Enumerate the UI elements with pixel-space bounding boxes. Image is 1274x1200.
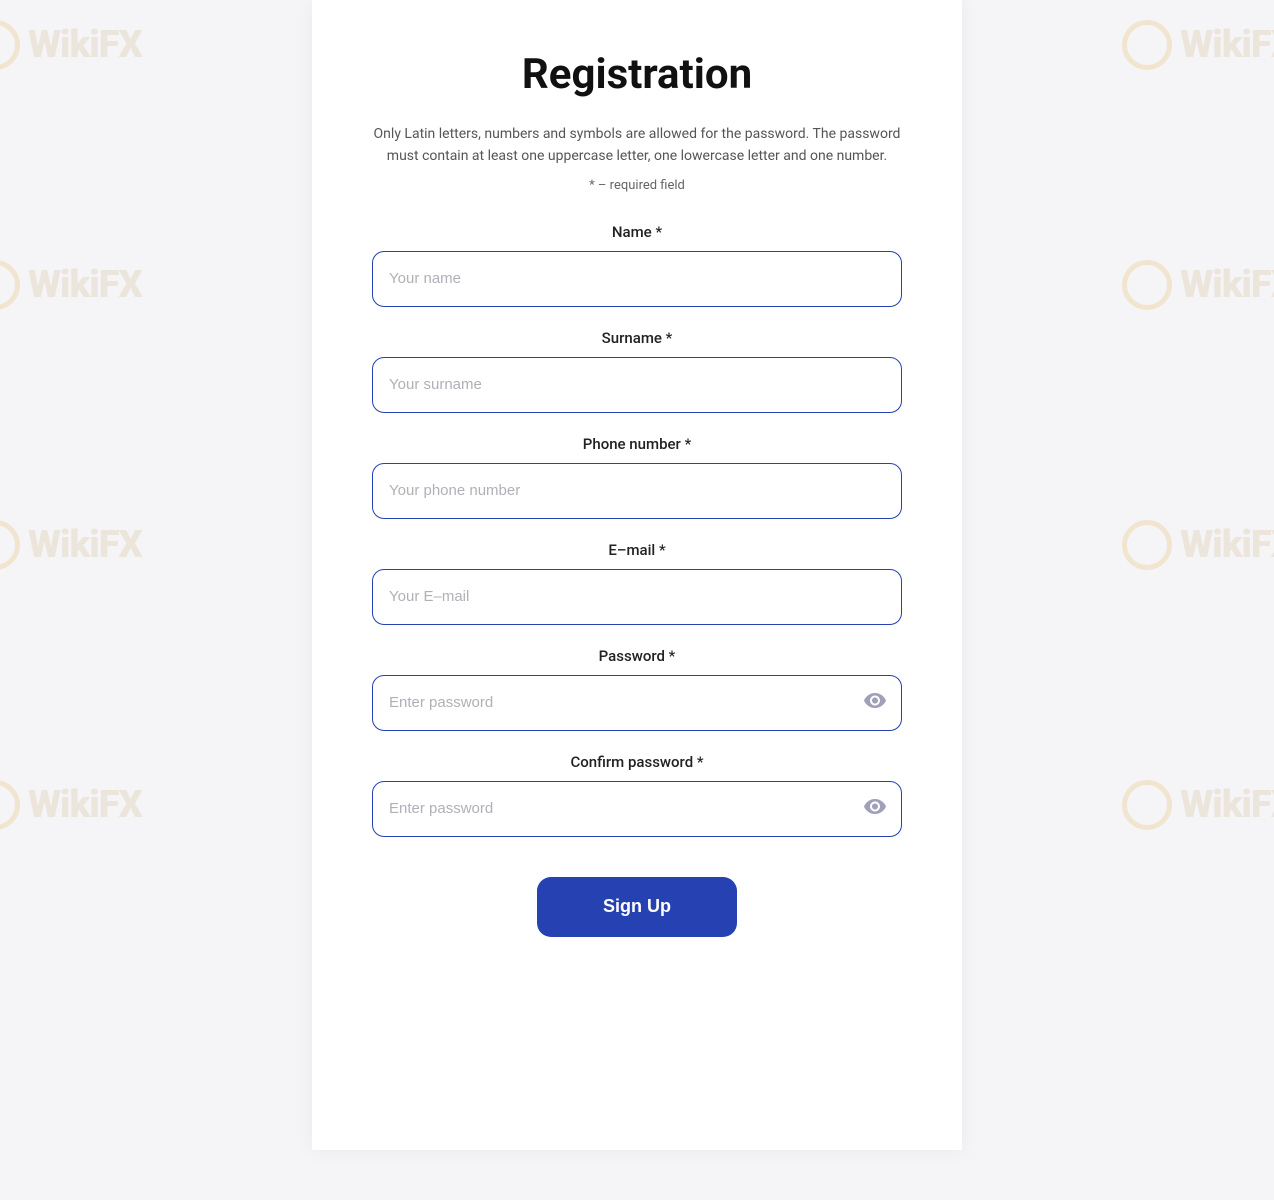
page-title: Registration [372, 50, 902, 99]
password-wrapper [372, 675, 902, 731]
surname-label: Surname * [372, 329, 902, 347]
phone-input[interactable] [372, 463, 902, 519]
surname-input[interactable] [372, 357, 902, 413]
watermark-right-2: WikiFX [1122, 260, 1274, 310]
name-input[interactable] [372, 251, 902, 307]
name-group: Name * [372, 223, 902, 307]
confirm-password-input[interactable] [372, 781, 902, 837]
watermark-left-4: WikiFX [0, 780, 142, 830]
email-group: E–mail * [372, 541, 902, 625]
watermark-left-3: WikiFX [0, 520, 142, 570]
watermark-right-1: WikiFX [1122, 20, 1274, 70]
signup-button[interactable]: Sign Up [537, 877, 737, 937]
registration-card: Registration Only Latin letters, numbers… [312, 0, 962, 1150]
watermark-left-2: WikiFX [0, 260, 142, 310]
confirm-password-label: Confirm password * [372, 753, 902, 771]
description-text: Only Latin letters, numbers and symbols … [372, 123, 902, 168]
watermark-left-1: WikiFX [0, 20, 142, 70]
email-label: E–mail * [372, 541, 902, 559]
surname-group: Surname * [372, 329, 902, 413]
name-label: Name * [372, 223, 902, 241]
confirm-password-group: Confirm password * [372, 753, 902, 837]
confirm-password-eye-icon[interactable] [864, 798, 886, 819]
phone-label: Phone number * [372, 435, 902, 453]
password-label: Password * [372, 647, 902, 665]
password-input[interactable] [372, 675, 902, 731]
email-input[interactable] [372, 569, 902, 625]
phone-group: Phone number * [372, 435, 902, 519]
confirm-password-wrapper [372, 781, 902, 837]
password-eye-icon[interactable] [864, 692, 886, 713]
required-note: * – required field [372, 178, 902, 193]
watermark-right-3: WikiFX [1122, 520, 1274, 570]
password-group: Password * [372, 647, 902, 731]
watermark-right-4: WikiFX [1122, 780, 1274, 830]
